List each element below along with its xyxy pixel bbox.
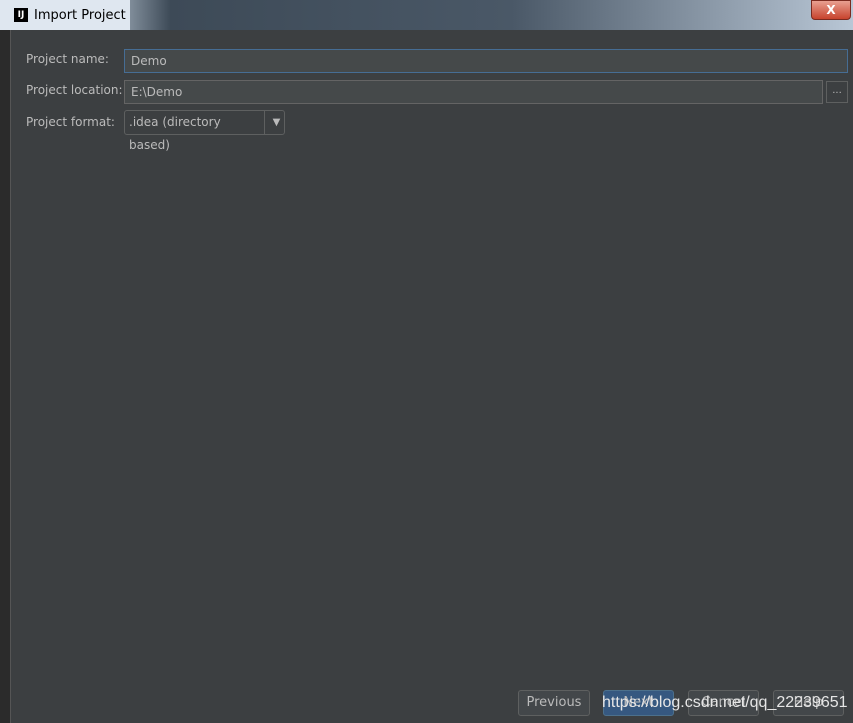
intellij-icon: IJ xyxy=(14,8,28,22)
next-button[interactable]: Next xyxy=(603,690,674,716)
project-name-row: Project name: xyxy=(26,52,124,66)
project-format-value: .idea (directory based) xyxy=(129,115,221,152)
project-format-select[interactable]: .idea (directory based) ▼ xyxy=(124,110,285,152)
browse-button[interactable]: ... xyxy=(826,81,848,103)
title-bar: IJ Import Project X xyxy=(0,0,853,30)
project-format-row: Project format: xyxy=(26,115,124,129)
project-location-label: Project location: xyxy=(26,83,123,97)
project-location-row: Project location: xyxy=(26,83,124,97)
previous-button[interactable]: Previous xyxy=(518,690,590,716)
project-location-input[interactable]: E:\Demo xyxy=(124,80,823,104)
close-button[interactable]: X xyxy=(811,0,851,20)
project-name-input[interactable]: Demo xyxy=(124,49,848,73)
import-project-dialog: Project name: Demo Project location: E:\… xyxy=(10,30,853,723)
project-name-label: Project name: xyxy=(26,52,109,66)
cancel-button[interactable]: Cancel xyxy=(688,690,759,716)
chevron-down-icon[interactable]: ▼ xyxy=(264,111,284,134)
project-format-label: Project format: xyxy=(26,115,115,129)
window-title: Import Project xyxy=(34,7,126,23)
help-button[interactable]: Help xyxy=(773,690,844,716)
